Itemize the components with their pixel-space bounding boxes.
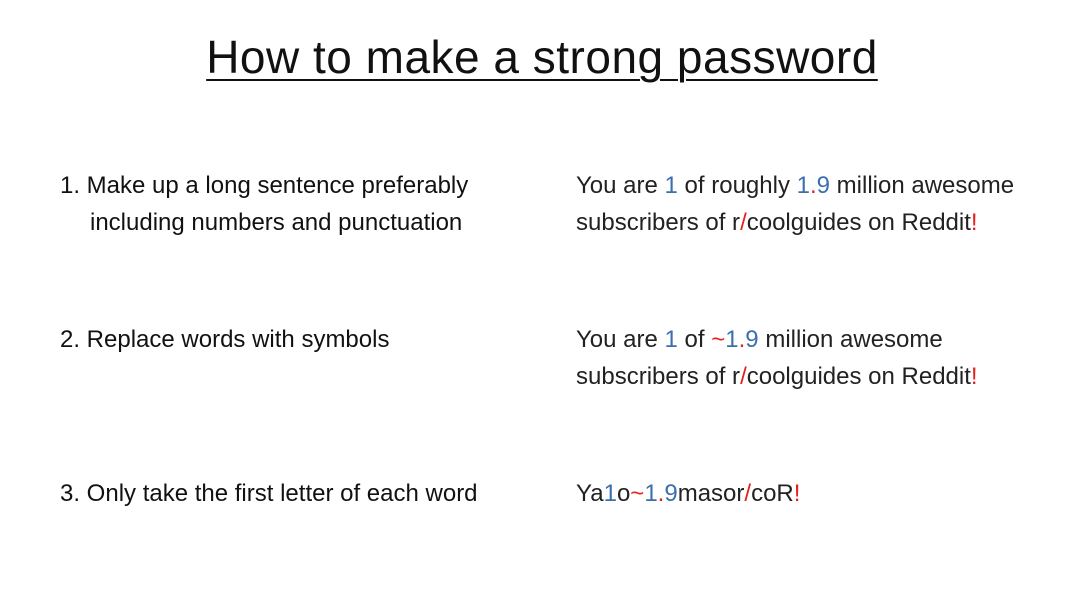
highlighted-char: 1 (664, 172, 678, 199)
example-text: o (616, 480, 631, 507)
highlighted-char: 1 (664, 326, 678, 353)
highlighted-char: / (740, 363, 747, 390)
example-text: Ya (576, 480, 604, 507)
step-3-label: 3. Only take the first letter of each wo… (60, 475, 540, 512)
highlighted-char: ! (970, 209, 978, 236)
highlighted-char: ~ (630, 480, 645, 507)
highlighted-char: . (809, 172, 817, 199)
highlighted-char: ! (970, 363, 978, 390)
page-title: How to make a strong password (206, 31, 878, 83)
highlighted-char: 9 (745, 326, 759, 353)
step-2-label: 2. Replace words with symbols (60, 321, 540, 358)
example-text: You are (576, 172, 665, 199)
step-2-example: You are 1 of ~1.9 million awesome subscr… (576, 321, 1016, 395)
example-text: coR (751, 480, 794, 507)
example-text: coolguides on Reddit (746, 363, 971, 390)
example-text: You are (576, 326, 665, 353)
highlighted-char: 9 (816, 172, 831, 199)
example-text: coolguides on Reddit (746, 209, 971, 236)
highlighted-char: 9 (664, 480, 678, 507)
example-text: masor (677, 480, 745, 507)
step-2-text: 2. Replace words with symbols (60, 326, 390, 353)
step-1-example: You are 1 of roughly 1.9 million awesome… (576, 167, 1016, 241)
highlighted-char: ~ (711, 326, 726, 353)
step-1-label: 1. Make up a long sentence preferably in… (60, 167, 540, 241)
example-text: of roughly (677, 172, 797, 199)
highlighted-char: 1 (796, 172, 810, 199)
highlighted-char: / (740, 209, 747, 236)
highlighted-char: 1 (603, 480, 617, 507)
step-1-text: 1. Make up a long sentence preferably in… (60, 172, 469, 236)
highlighted-char: 1 (725, 326, 739, 353)
step-3-example: Ya1o~1.9masor/coR! (576, 475, 1016, 512)
example-text: of (677, 326, 712, 353)
highlighted-char: 1 (644, 480, 658, 507)
highlighted-char: ! (793, 480, 801, 507)
step-3-text: 3. Only take the first letter of each wo… (60, 480, 478, 507)
